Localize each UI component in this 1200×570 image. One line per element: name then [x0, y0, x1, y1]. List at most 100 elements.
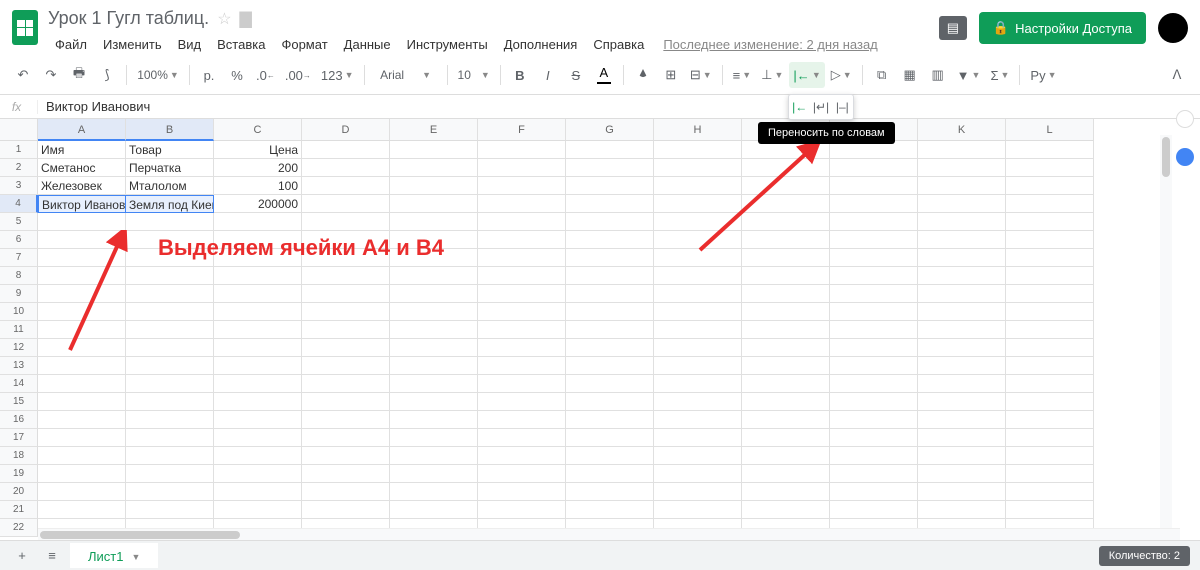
menu-data[interactable]: Данные [337, 33, 398, 56]
cell[interactable] [478, 231, 566, 249]
cell[interactable] [214, 501, 302, 519]
cell[interactable]: 100 [214, 177, 302, 195]
cell[interactable] [654, 375, 742, 393]
cell[interactable] [1006, 267, 1094, 285]
cell[interactable] [918, 447, 1006, 465]
cell[interactable] [566, 213, 654, 231]
cell[interactable] [302, 267, 390, 285]
row-header-13[interactable]: 13 [0, 357, 38, 375]
cell[interactable] [302, 285, 390, 303]
column-header-e[interactable]: E [390, 119, 478, 141]
cell[interactable] [214, 321, 302, 339]
cell[interactable] [302, 177, 390, 195]
cell[interactable] [918, 429, 1006, 447]
cell[interactable] [390, 375, 478, 393]
cell[interactable] [478, 465, 566, 483]
cell[interactable] [918, 285, 1006, 303]
cell[interactable] [478, 393, 566, 411]
cell[interactable] [1006, 231, 1094, 249]
cell[interactable] [1006, 339, 1094, 357]
cell[interactable] [918, 483, 1006, 501]
cell[interactable] [390, 447, 478, 465]
column-header-l[interactable]: L [1006, 119, 1094, 141]
column-header-c[interactable]: C [214, 119, 302, 141]
menu-file[interactable]: Файл [48, 33, 94, 56]
cell[interactable] [302, 501, 390, 519]
cell[interactable] [38, 447, 126, 465]
cell[interactable] [302, 159, 390, 177]
cell[interactable] [38, 375, 126, 393]
cell[interactable]: Железовек [38, 177, 126, 195]
row-header-18[interactable]: 18 [0, 447, 38, 465]
cell[interactable] [478, 285, 566, 303]
cell[interactable] [214, 411, 302, 429]
cell[interactable] [566, 231, 654, 249]
cell[interactable] [1006, 483, 1094, 501]
cell[interactable] [390, 141, 478, 159]
cell[interactable] [38, 501, 126, 519]
cell[interactable] [478, 357, 566, 375]
vertical-scrollbar[interactable] [1160, 135, 1172, 528]
cell[interactable] [126, 375, 214, 393]
menu-tools[interactable]: Инструменты [400, 33, 495, 56]
cell[interactable] [302, 411, 390, 429]
cell[interactable] [918, 411, 1006, 429]
cell[interactable] [742, 501, 830, 519]
cell[interactable] [302, 375, 390, 393]
row-header-17[interactable]: 17 [0, 429, 38, 447]
side-explore-icon[interactable] [1176, 110, 1194, 128]
increase-decimal-button[interactable]: .00→ [281, 62, 315, 88]
cell[interactable] [478, 429, 566, 447]
row-header-9[interactable]: 9 [0, 285, 38, 303]
cell[interactable] [830, 285, 918, 303]
cell[interactable] [742, 483, 830, 501]
row-header-1[interactable]: 1 [0, 141, 38, 159]
cell[interactable] [654, 447, 742, 465]
cell[interactable] [918, 393, 1006, 411]
cell[interactable] [38, 429, 126, 447]
cell[interactable] [302, 429, 390, 447]
row-header-16[interactable]: 16 [0, 411, 38, 429]
cell[interactable] [1006, 195, 1094, 213]
cell[interactable] [654, 303, 742, 321]
cell[interactable]: 200 [214, 159, 302, 177]
row-header-2[interactable]: 2 [0, 159, 38, 177]
cell[interactable] [830, 213, 918, 231]
text-wrap-button[interactable]: |←▼ [789, 62, 824, 88]
row-header-14[interactable]: 14 [0, 375, 38, 393]
cell[interactable] [1006, 411, 1094, 429]
cell[interactable] [830, 393, 918, 411]
cell[interactable] [478, 321, 566, 339]
cell[interactable] [1006, 501, 1094, 519]
currency-button[interactable]: р. [196, 62, 222, 88]
row-header-20[interactable]: 20 [0, 483, 38, 501]
cell[interactable] [566, 177, 654, 195]
cell[interactable] [742, 285, 830, 303]
cell[interactable] [830, 159, 918, 177]
sheets-logo[interactable] [12, 10, 38, 45]
percent-button[interactable]: % [224, 62, 250, 88]
undo-button[interactable]: ↶ [10, 62, 36, 88]
cell[interactable] [566, 321, 654, 339]
cell[interactable] [1006, 213, 1094, 231]
cell[interactable] [1006, 393, 1094, 411]
row-header-10[interactable]: 10 [0, 303, 38, 321]
cell[interactable] [302, 195, 390, 213]
cell[interactable] [566, 411, 654, 429]
cell[interactable] [654, 393, 742, 411]
cell[interactable] [390, 501, 478, 519]
star-icon[interactable]: ☆ [217, 9, 231, 29]
cell[interactable] [478, 339, 566, 357]
menu-insert[interactable]: Вставка [210, 33, 272, 56]
cell[interactable] [830, 429, 918, 447]
horizontal-scrollbar[interactable] [38, 528, 1180, 540]
cell[interactable] [742, 393, 830, 411]
cell[interactable] [390, 393, 478, 411]
cell[interactable] [38, 465, 126, 483]
cell[interactable] [566, 375, 654, 393]
cell[interactable] [566, 267, 654, 285]
select-all-corner[interactable] [0, 119, 38, 141]
cell[interactable] [478, 159, 566, 177]
cell[interactable] [214, 375, 302, 393]
cell[interactable] [830, 483, 918, 501]
